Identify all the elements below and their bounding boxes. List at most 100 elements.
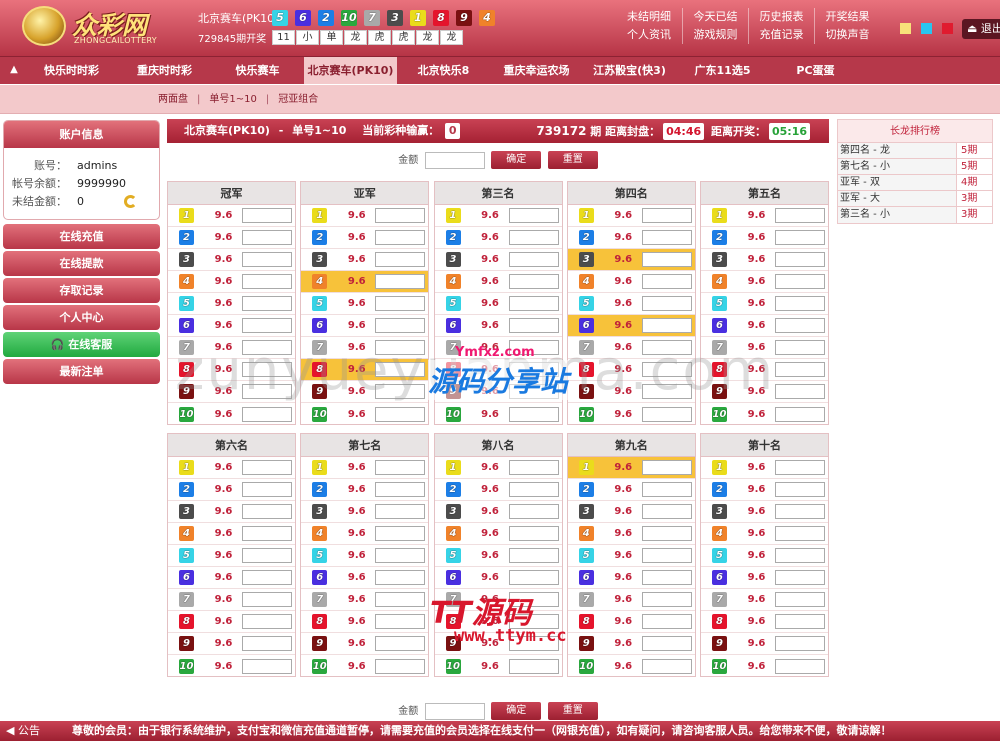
bet-row[interactable]: 3 9.6 [701,501,828,523]
bet-amount-input[interactable] [508,252,559,267]
game-tab[interactable]: 重庆时时彩 [118,57,211,84]
game-tab[interactable]: PC蛋蛋 [769,57,862,84]
game-tab[interactable]: 广东11选5 [676,57,769,84]
bet-amount-input[interactable] [242,362,292,377]
top-link[interactable]: 游戏规则 [682,26,748,44]
bet-row[interactable]: 8 9.6 [567,359,695,381]
bet-row[interactable]: 5 9.6 [701,293,828,315]
bet-row[interactable]: 1 9.6 [701,457,828,479]
bet-row[interactable]: 10 9.6 [301,655,428,677]
bet-row[interactable]: 9 9.6 [301,381,429,403]
bet-amount-input[interactable] [641,318,692,333]
bet-amount-input[interactable] [508,526,559,541]
logout-button[interactable]: ⏏ 退出 [962,19,1000,39]
bet-row[interactable]: 8 9.6 [301,359,429,381]
bet-row[interactable]: 4 9.6 [168,523,295,545]
bet-row[interactable]: 5 9.6 [701,545,828,567]
bet-row[interactable]: 7 9.6 [434,589,562,611]
bet-amount-input[interactable] [242,406,292,422]
bet-amount-input[interactable] [775,636,825,651]
bet-row[interactable]: 7 9.6 [168,589,295,611]
bet-amount-input[interactable] [375,252,426,267]
bet-row[interactable]: 10 9.6 [701,655,828,677]
side-button[interactable]: 最新注单 [3,359,160,384]
bet-amount-input[interactable] [775,230,825,245]
bet-amount-input[interactable] [508,658,559,674]
bet-amount-input[interactable] [641,340,692,355]
subnav-item[interactable]: 两面盘 [158,94,188,105]
bet-row[interactable]: 4 9.6 [701,523,828,545]
bet-row[interactable]: 3 9.6 [567,249,695,271]
game-tab[interactable]: 重庆幸运农场 [490,57,583,84]
bet-amount-input[interactable] [641,208,692,223]
bet-row[interactable]: 4 9.6 [567,523,695,545]
bet-amount-input[interactable] [775,592,825,607]
bet-row[interactable]: 9 9.6 [701,633,828,655]
bet-row[interactable]: 5 9.6 [434,545,562,567]
bet-row[interactable]: 1 9.6 [567,457,695,479]
bet-row[interactable]: 5 9.6 [567,545,695,567]
side-button[interactable]: 存取记录 [3,278,160,303]
bet-row[interactable]: 5 9.6 [301,293,429,315]
bet-amount-input[interactable] [508,482,559,497]
bet-row[interactable]: 9 9.6 [701,381,828,403]
bet-amount-input[interactable] [242,460,292,475]
bet-amount-input[interactable] [508,384,559,399]
bet-amount-input[interactable] [508,406,559,422]
bet-row[interactable]: 10 9.6 [568,655,695,677]
bet-amount-input[interactable] [775,526,825,541]
bet-row[interactable]: 2 9.6 [301,479,429,501]
bet-amount-input[interactable] [775,340,825,355]
bet-row[interactable]: 7 9.6 [701,589,828,611]
bet-row[interactable]: 5 9.6 [168,293,295,315]
reset-button[interactable]: 重置 [547,151,598,169]
bet-amount-input[interactable] [375,460,426,475]
bet-amount-input[interactable] [508,570,559,585]
bet-amount-input[interactable] [242,384,292,399]
bet-amount-input[interactable] [375,504,426,519]
bet-amount-input[interactable] [375,384,426,399]
bet-row[interactable]: 6 9.6 [434,567,562,589]
bet-row[interactable]: 10 9.6 [301,403,428,425]
bet-amount-input[interactable] [641,406,692,422]
bet-amount-input[interactable] [641,482,692,497]
top-link[interactable]: 个人资讯 [616,26,682,44]
bet-row[interactable]: 2 9.6 [701,227,828,249]
bet-amount-input[interactable] [508,230,559,245]
bet-row[interactable]: 6 9.6 [168,315,295,337]
bet-amount-input[interactable] [242,504,292,519]
bet-amount-input[interactable] [775,406,825,422]
collapse-arrow-icon[interactable]: ▲ [4,61,24,79]
bet-row[interactable]: 10 9.6 [168,403,295,425]
bet-amount-input[interactable] [375,548,426,563]
bet-row[interactable]: 9 9.6 [301,633,429,655]
bet-amount-input[interactable] [641,460,692,475]
bet-amount-input[interactable] [641,658,692,674]
bet-row[interactable]: 2 9.6 [168,479,295,501]
subnav-item[interactable]: 单号1~10 [209,94,256,105]
bet-amount-input[interactable] [242,636,292,651]
bet-amount-input[interactable] [641,636,692,651]
bet-amount-input[interactable] [775,570,825,585]
bet-amount-input[interactable] [641,570,692,585]
bet-row[interactable]: 10 9.6 [568,403,695,425]
bet-amount-input[interactable] [375,318,426,333]
game-tab[interactable]: 北京赛车(PK10) [304,57,397,84]
bet-amount-input[interactable] [242,570,292,585]
bet-amount-input[interactable] [375,526,426,541]
bet-row[interactable]: 6 9.6 [168,567,295,589]
bet-amount-input[interactable] [775,296,825,311]
bet-row[interactable]: 7 9.6 [567,589,695,611]
game-tab[interactable]: 快乐赛车 [211,57,304,84]
bet-amount-input[interactable] [508,504,559,519]
top-link[interactable]: 今天已结 [682,8,748,26]
bet-row[interactable]: 3 9.6 [168,501,295,523]
bet-row[interactable]: 10 9.6 [168,655,295,677]
bet-amount-input[interactable] [242,548,292,563]
theme-yellow-swatch[interactable] [900,23,911,34]
bet-row[interactable]: 3 9.6 [301,249,429,271]
bet-row[interactable]: 7 9.6 [434,337,562,359]
bet-row[interactable]: 4 9.6 [168,271,295,293]
bet-amount-input[interactable] [775,482,825,497]
bet-amount-input[interactable] [508,636,559,651]
